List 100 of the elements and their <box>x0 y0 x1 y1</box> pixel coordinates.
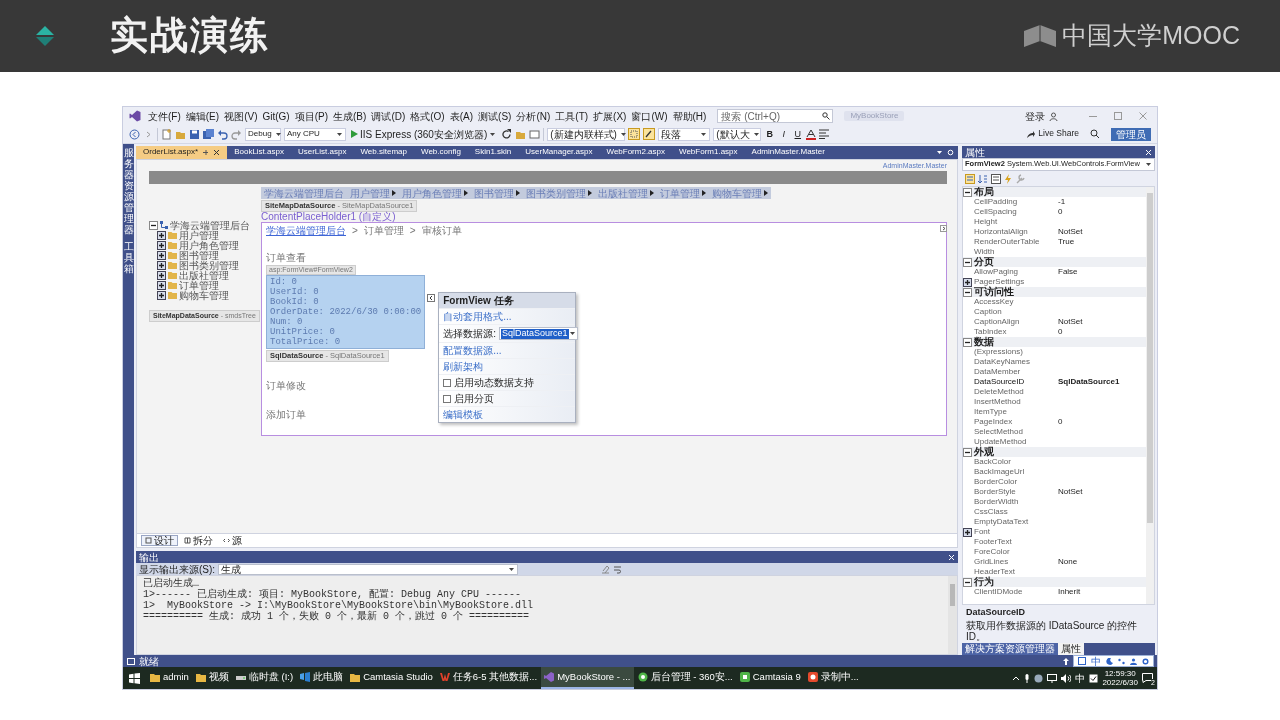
property-name[interactable]: Width <box>974 247 1058 257</box>
pin-icon[interactable] <box>202 149 210 156</box>
property-name[interactable]: FooterText <box>974 537 1058 547</box>
clock[interactable]: 12:59:30 2022/6/30 <box>1102 669 1138 687</box>
back-icon[interactable] <box>129 128 140 140</box>
menu-item[interactable]: 生成(B) <box>331 110 369 122</box>
configuration-dropdown[interactable]: Debug <box>245 127 281 141</box>
tree-item[interactable]: 用户角色管理 <box>179 239 239 251</box>
format-button[interactable]: B <box>764 127 776 141</box>
document-tab[interactable]: Skin1.skin <box>467 146 519 159</box>
menu-item[interactable]: 测试(S) <box>476 110 514 122</box>
undo-icon[interactable] <box>217 128 228 140</box>
property-name[interactable]: PagerSettings <box>974 277 1058 287</box>
sign-in-link[interactable]: 登录 <box>1025 110 1045 122</box>
align-icon[interactable] <box>819 129 830 139</box>
collapse-icon[interactable] <box>149 220 158 230</box>
panel-tab[interactable]: 属性 <box>1058 643 1084 655</box>
menu-item[interactable]: 工具(T) <box>553 110 591 122</box>
smart-tag-icon[interactable] <box>427 294 436 303</box>
property-name[interactable]: HeaderText <box>974 567 1058 577</box>
ime-logo-icon[interactable] <box>1078 657 1086 665</box>
properties-icon[interactable] <box>991 173 1001 184</box>
property-value[interactable]: SqlDataSource1 <box>1058 377 1146 387</box>
view-tab[interactable]: 设计 <box>141 535 178 546</box>
menu-item[interactable]: Git(G) <box>260 110 292 122</box>
property-value[interactable]: True <box>1058 237 1146 247</box>
tree-item[interactable]: 购物车管理 <box>179 289 229 301</box>
property-name[interactable]: AccessKey <box>974 297 1058 307</box>
document-tab[interactable]: UserList.aspx <box>290 146 354 159</box>
side-panel-tab[interactable]: 工具箱 <box>123 241 134 274</box>
platform-dropdown[interactable]: Any CPU <box>284 127 346 141</box>
taskbar-item[interactable]: 视频 <box>192 667 232 689</box>
property-name[interactable]: PageIndex <box>974 417 1058 427</box>
property-name[interactable]: TabIndex <box>974 327 1058 337</box>
style-dropdown[interactable]: (新建内联样式) <box>547 127 626 141</box>
breadcrumb-link[interactable]: 学海云端管理后台 <box>266 225 346 237</box>
property-name[interactable]: ForeColor <box>974 547 1058 557</box>
property-name[interactable]: UpdateMethod <box>974 437 1058 447</box>
expand-icon[interactable] <box>157 290 166 300</box>
property-name[interactable]: CellPadding <box>974 197 1058 207</box>
font-size-dropdown[interactable]: (默认大 <box>713 127 762 141</box>
tree-item[interactable]: 图书管理 <box>179 249 219 261</box>
expand-icon[interactable] <box>963 277 972 287</box>
expand-icon[interactable] <box>157 250 166 260</box>
panel-tab[interactable]: 解决方案资源管理器 <box>962 643 1058 655</box>
save-all-icon[interactable] <box>203 128 214 140</box>
property-name[interactable]: DataSourceID <box>974 377 1058 387</box>
tree-item[interactable]: 学海云端管理后台 <box>170 219 250 231</box>
network-icon[interactable] <box>1047 673 1058 683</box>
format-button[interactable]: I <box>778 127 790 141</box>
property-value[interactable]: NotSet <box>1058 317 1146 327</box>
chevron-up-icon[interactable] <box>1012 675 1021 681</box>
document-tab[interactable]: UserManager.aspx <box>518 146 600 159</box>
document-tab[interactable]: OrderList.aspx* <box>136 146 228 159</box>
feedback-icon[interactable] <box>1090 129 1100 139</box>
property-name[interactable]: Caption <box>974 307 1058 317</box>
menu-item[interactable]: 文件(F) <box>146 110 183 122</box>
property-name[interactable]: ClientIDMode <box>974 587 1058 597</box>
menu-item[interactable]: 编辑(E) <box>183 110 222 122</box>
data-source-select[interactable]: SqlDataSource1 <box>499 327 578 341</box>
document-tab[interactable]: WebForm2.aspx <box>599 146 672 159</box>
taskbar-item[interactable]: Camtasia Studio <box>347 667 436 689</box>
property-name[interactable]: RenderOuterTable <box>974 237 1058 247</box>
collapse-icon[interactable] <box>963 447 972 457</box>
property-value[interactable]: NotSet <box>1058 487 1146 497</box>
document-tab[interactable]: Web.sitemap <box>353 146 414 159</box>
menu-item[interactable]: 分析(N) <box>514 110 553 122</box>
tree-item[interactable]: 用户管理 <box>179 229 219 241</box>
property-name[interactable]: SelectMethod <box>974 427 1058 437</box>
expand-icon[interactable] <box>157 230 166 240</box>
document-tab[interactable]: AdminMaster.Master <box>744 146 832 159</box>
live-share-button[interactable]: Live Share <box>1026 129 1079 139</box>
task-link[interactable]: 自动套用格式... <box>443 311 512 323</box>
document-tab[interactable]: WebForm1.aspx <box>672 146 745 159</box>
menu-item[interactable]: 调试(D) <box>369 110 408 122</box>
tree-item[interactable]: 图书类别管理 <box>179 259 239 271</box>
dots-icon[interactable] <box>1118 657 1125 665</box>
menu-item[interactable]: 窗口(W) <box>629 110 670 122</box>
taskbar-item[interactable]: 任务6-5 其他数据... <box>436 667 541 689</box>
menu-item[interactable]: 帮助(H) <box>670 110 709 122</box>
microphone-icon[interactable] <box>1024 673 1031 683</box>
menu-item[interactable]: 表(A) <box>447 110 476 122</box>
property-name[interactable]: Height <box>974 217 1058 227</box>
checkbox[interactable] <box>443 394 452 403</box>
taskbar-item[interactable]: MyBookStore - ... <box>541 667 634 689</box>
property-value[interactable]: Inherit <box>1058 587 1146 597</box>
menu-item[interactable]: 项目(P) <box>292 110 331 122</box>
start-icon[interactable] <box>129 672 140 684</box>
expand-icon[interactable] <box>157 260 166 270</box>
caret-icon[interactable] <box>936 149 943 156</box>
ime-mode[interactable]: 中 <box>1091 655 1101 667</box>
property-value[interactable]: False <box>1058 267 1146 277</box>
property-name[interactable]: AllowPaging <box>974 267 1058 277</box>
settings-icon[interactable] <box>1142 657 1149 665</box>
property-name[interactable]: Font <box>974 527 1058 537</box>
view-tab[interactable]: 源 <box>219 535 246 546</box>
collapse-icon[interactable] <box>963 577 972 587</box>
menu-item[interactable]: 扩展(X) <box>591 110 629 122</box>
block-format-dropdown[interactable]: 段落 <box>658 127 711 141</box>
property-name[interactable]: DataKeyNames <box>974 357 1058 367</box>
